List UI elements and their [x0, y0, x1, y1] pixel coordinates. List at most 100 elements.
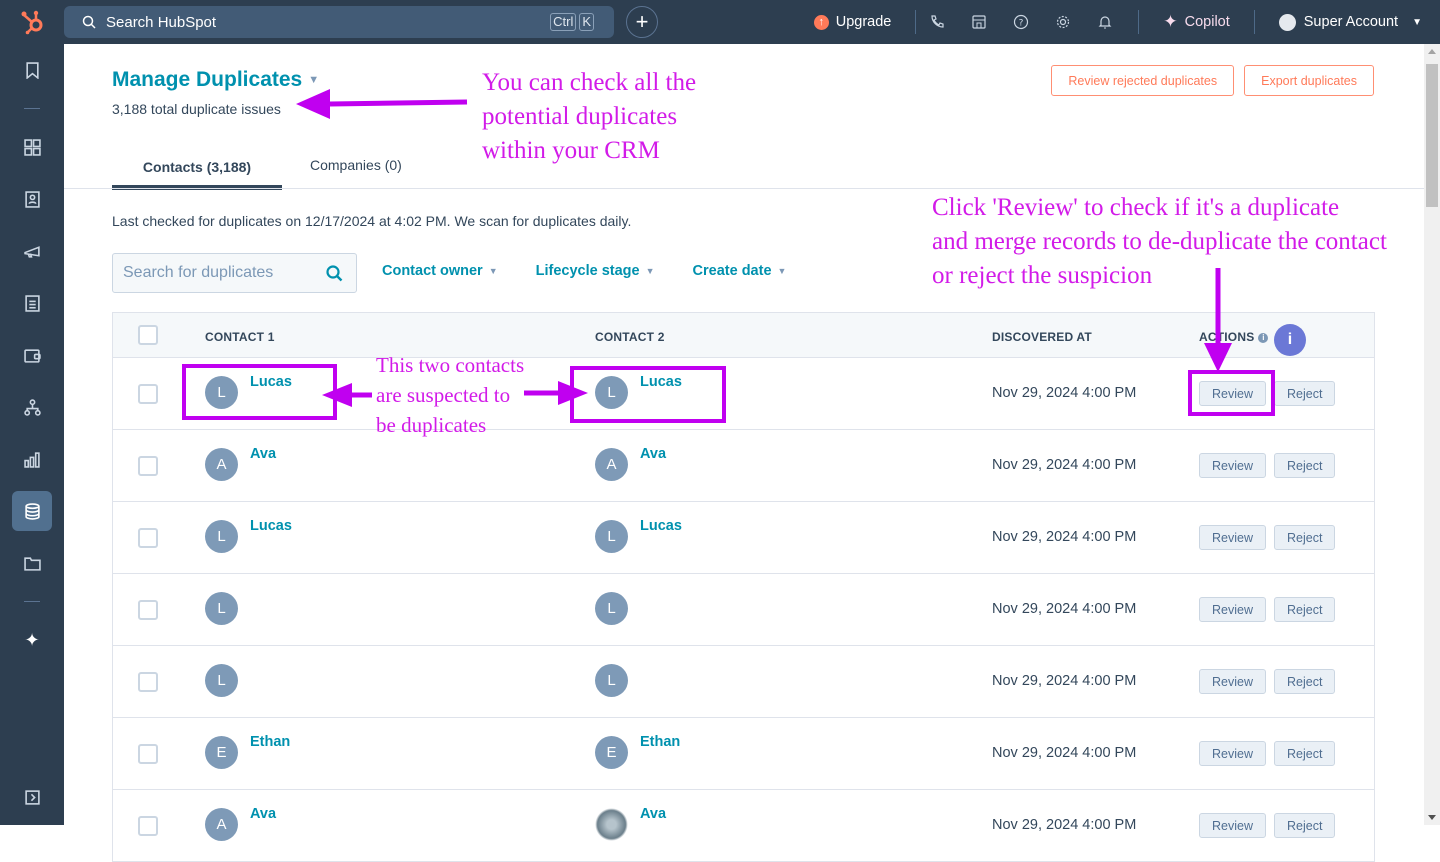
- contact-2-cell[interactable]: L: [595, 662, 640, 697]
- contact-1-cell[interactable]: L Lucas: [205, 518, 292, 553]
- row-checkbox[interactable]: [138, 528, 158, 548]
- global-search-input[interactable]: Search HubSpot Ctrl K: [64, 6, 614, 38]
- review-button[interactable]: Review: [1199, 525, 1266, 550]
- filter-contact-owner[interactable]: Contact owner ▼: [382, 263, 498, 279]
- sidebar-item-crm[interactable]: [21, 188, 43, 210]
- contact-1-cell[interactable]: A Ava: [205, 806, 276, 841]
- create-new-button[interactable]: +: [626, 6, 658, 38]
- upgrade-button[interactable]: ↑ Upgrade: [813, 14, 891, 30]
- contact-1-cell[interactable]: E Ethan: [205, 734, 290, 769]
- scroll-down-arrow-icon[interactable]: [1428, 815, 1436, 820]
- last-checked-text: Last checked for duplicates on 12/17/202…: [112, 213, 632, 229]
- plus-icon: +: [635, 9, 649, 34]
- sidebar-item-workspaces[interactable]: [21, 136, 43, 158]
- vertical-scrollbar[interactable]: [1424, 44, 1440, 825]
- page-title-text: Manage Duplicates: [112, 68, 303, 91]
- sidebar-item-breeze[interactable]: ✦: [21, 629, 43, 651]
- contact-name-link[interactable]: Ava: [250, 446, 276, 481]
- filter-create-date[interactable]: Create date ▼: [693, 263, 787, 279]
- gear-icon: [1057, 15, 1070, 29]
- expand-sidebar-button[interactable]: [21, 786, 43, 808]
- search-placeholder: Search for duplicates: [123, 264, 274, 281]
- review-button[interactable]: Review: [1199, 669, 1266, 694]
- page-title[interactable]: Manage Duplicates ▼: [112, 68, 319, 92]
- sidebar-item-reporting[interactable]: [21, 448, 43, 470]
- account-menu[interactable]: Super Account ▼: [1278, 13, 1422, 31]
- discovered-at: Nov 29, 2024 4:00 PM: [992, 601, 1137, 617]
- search-icon[interactable]: [325, 264, 344, 283]
- contact-2-cell[interactable]: Ava: [595, 806, 666, 841]
- sidebar-item-bookmarks[interactable]: [21, 59, 43, 81]
- contact-1-cell[interactable]: L: [205, 662, 250, 697]
- contact-avatar: E: [205, 736, 238, 769]
- column-header-contact-2[interactable]: CONTACT 2: [595, 330, 665, 344]
- help-button[interactable]: ?: [1000, 14, 1042, 30]
- reject-button[interactable]: Reject: [1274, 813, 1336, 838]
- contact-name-link[interactable]: Lucas: [640, 518, 682, 553]
- contact-1-cell[interactable]: L: [205, 590, 250, 625]
- contact-1-cell[interactable]: A Ava: [205, 446, 276, 481]
- topbar-right-group: ↑ Upgrade ? ✦ Copilot Super Account ▼: [813, 0, 1422, 44]
- bell-icon: [1098, 16, 1112, 29]
- tab-contacts[interactable]: Contacts (3,188): [112, 144, 282, 190]
- sidebar-item-automation[interactable]: [21, 396, 43, 418]
- tab-companies[interactable]: Companies (0): [282, 144, 430, 185]
- review-button[interactable]: Review: [1199, 741, 1266, 766]
- export-duplicates-button[interactable]: Export duplicates: [1244, 65, 1374, 96]
- row-checkbox[interactable]: [138, 600, 158, 620]
- contact-2-cell[interactable]: E Ethan: [595, 734, 680, 769]
- row-checkbox[interactable]: [138, 816, 158, 836]
- marketing-megaphone-icon: [23, 245, 40, 258]
- row-checkbox[interactable]: [138, 744, 158, 764]
- search-icon: [82, 15, 96, 29]
- hubspot-logo-icon[interactable]: [19, 9, 47, 35]
- review-button[interactable]: Review: [1199, 453, 1266, 478]
- contact-name-link[interactable]: Ethan: [640, 734, 680, 769]
- column-header-contact-1[interactable]: CONTACT 1: [205, 330, 275, 344]
- contact-name-link[interactable]: Ava: [640, 446, 666, 481]
- reject-button[interactable]: Reject: [1274, 453, 1336, 478]
- reject-button[interactable]: Reject: [1274, 525, 1336, 550]
- contact-2-cell[interactable]: A Ava: [595, 446, 666, 481]
- select-all-checkbox[interactable]: [138, 325, 158, 345]
- sidebar-divider: [24, 601, 40, 602]
- settings-button[interactable]: [1042, 14, 1084, 30]
- scroll-up-arrow-icon[interactable]: [1428, 49, 1436, 54]
- discovered-at: Nov 29, 2024 4:00 PM: [992, 745, 1137, 761]
- row-checkbox[interactable]: [138, 384, 158, 404]
- filter-lifecycle-stage[interactable]: Lifecycle stage ▼: [536, 263, 655, 279]
- review-button[interactable]: Review: [1199, 813, 1266, 838]
- info-icon[interactable]: i: [1258, 333, 1269, 343]
- calling-button[interactable]: [916, 14, 958, 30]
- sidebar-item-library[interactable]: [21, 552, 43, 574]
- annotation-line: and merge records to de-duplicate the co…: [932, 228, 1387, 255]
- sidebar-item-commerce[interactable]: [21, 344, 43, 366]
- copilot-button[interactable]: ✦ Copilot: [1163, 12, 1229, 32]
- reject-button[interactable]: Reject: [1274, 741, 1336, 766]
- contact-name-link[interactable]: Lucas: [250, 518, 292, 553]
- scrollbar-thumb[interactable]: [1426, 64, 1438, 207]
- review-button[interactable]: Review: [1199, 597, 1266, 622]
- sidebar-item-marketing[interactable]: [21, 240, 43, 262]
- row-checkbox[interactable]: [138, 456, 158, 476]
- contact-name-link[interactable]: Ava: [250, 806, 276, 841]
- contact-2-cell[interactable]: L Lucas: [595, 518, 682, 553]
- reject-button[interactable]: Reject: [1274, 597, 1336, 622]
- discovered-at: Nov 29, 2024 4:00 PM: [992, 673, 1137, 689]
- row-checkbox[interactable]: [138, 672, 158, 692]
- reject-button[interactable]: Reject: [1274, 669, 1336, 694]
- contact-2-cell[interactable]: L: [595, 590, 640, 625]
- table-body: L Lucas L Lucas Nov 29, 2024 4:00 PM Rev…: [113, 358, 1374, 862]
- column-header-discovered-at[interactable]: DISCOVERED AT: [992, 330, 1092, 344]
- contact-name-link[interactable]: Ava: [640, 806, 666, 841]
- contact-name-link[interactable]: Ethan: [250, 734, 290, 769]
- review-rejected-duplicates-button[interactable]: Review rejected duplicates: [1051, 65, 1235, 96]
- notifications-button[interactable]: [1084, 14, 1126, 30]
- sidebar-item-data-management[interactable]: [21, 500, 43, 522]
- sidebar-item-content[interactable]: [21, 292, 43, 314]
- commerce-wallet-icon: [23, 348, 41, 363]
- column-header-actions: ACTIONS i: [1199, 330, 1269, 344]
- reject-button[interactable]: Reject: [1274, 381, 1336, 406]
- marketplace-button[interactable]: [958, 14, 1000, 30]
- duplicates-search-input[interactable]: Search for duplicates: [112, 253, 357, 293]
